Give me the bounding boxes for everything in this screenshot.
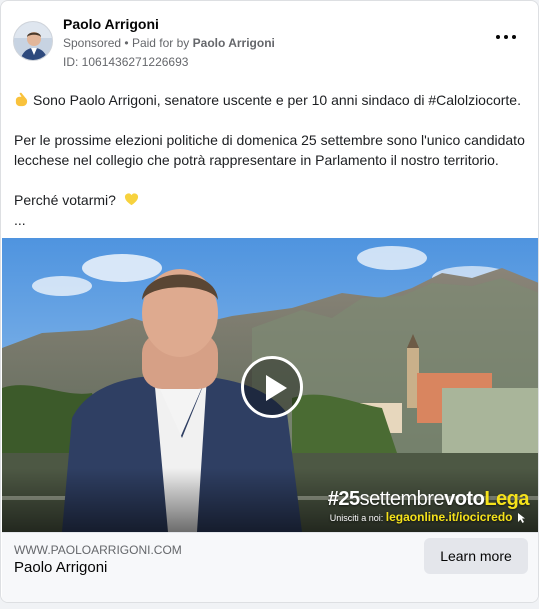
- hashtag-mid: settembre: [359, 488, 445, 510]
- post-line-1-text: Sono Paolo Arrigoni, senatore uscente e …: [33, 92, 521, 108]
- link-title[interactable]: Paolo Arrigoni: [14, 559, 107, 576]
- post-line-1: Sono Paolo Arrigoni, senatore uscente e …: [14, 90, 529, 110]
- join-overlay: Unisciti a noi: legaonline.it/iocicredo: [330, 510, 527, 524]
- advertiser-name[interactable]: Paolo Arrigoni: [63, 16, 159, 32]
- hashtag-overlay: #25settembrevotoLega: [327, 488, 530, 511]
- avatar-image: [14, 22, 52, 60]
- pointing-hand-icon: [15, 92, 28, 107]
- link-domain[interactable]: WWW.PAOLOARRIGONI.COM: [14, 543, 182, 557]
- more-options-icon[interactable]: [496, 31, 520, 43]
- yellow-heart-icon: [124, 193, 138, 206]
- avatar[interactable]: [13, 21, 53, 61]
- ad-id: ID: 1061436271226693: [63, 55, 189, 69]
- link-footer[interactable]: WWW.PAOLOARRIGONI.COM Paolo Arrigoni Lea…: [2, 532, 538, 602]
- paid-for-prefix: Paid for by: [131, 36, 190, 50]
- post-line-3-text: Perché votarmi?: [14, 192, 116, 208]
- learn-more-button[interactable]: Learn more: [424, 538, 528, 574]
- post-line-2: Per le prossime elezioni politiche di do…: [14, 132, 525, 168]
- hashtag-lega: Lega: [484, 488, 529, 510]
- join-text: Unisciti a noi:: [329, 513, 384, 523]
- hashtag-prefix: #25: [327, 488, 360, 510]
- see-more-ellipsis[interactable]: ...: [14, 210, 529, 230]
- paid-for-name: Paolo Arrigoni: [192, 36, 275, 50]
- ad-card: Paolo Arrigoni Sponsored • Paid for by P…: [0, 0, 539, 603]
- ad-header: Paolo Arrigoni Sponsored • Paid for by P…: [13, 15, 526, 75]
- join-link: legaonline.it/iocicredo: [385, 510, 513, 524]
- hashtag-voto: voto: [444, 488, 485, 510]
- click-cursor-icon: [518, 513, 525, 523]
- video-player[interactable]: #25settembrevotoLega Unisciti a noi: leg…: [2, 238, 538, 532]
- sponsored-line: Sponsored • Paid for by Paolo Arrigoni: [63, 36, 275, 50]
- play-icon[interactable]: [241, 356, 303, 418]
- sponsored-label: Sponsored: [63, 36, 122, 50]
- post-text: Sono Paolo Arrigoni, senatore uscente e …: [14, 90, 529, 230]
- post-line-3: Perché votarmi?: [14, 190, 529, 210]
- meta-separator: •: [124, 36, 132, 50]
